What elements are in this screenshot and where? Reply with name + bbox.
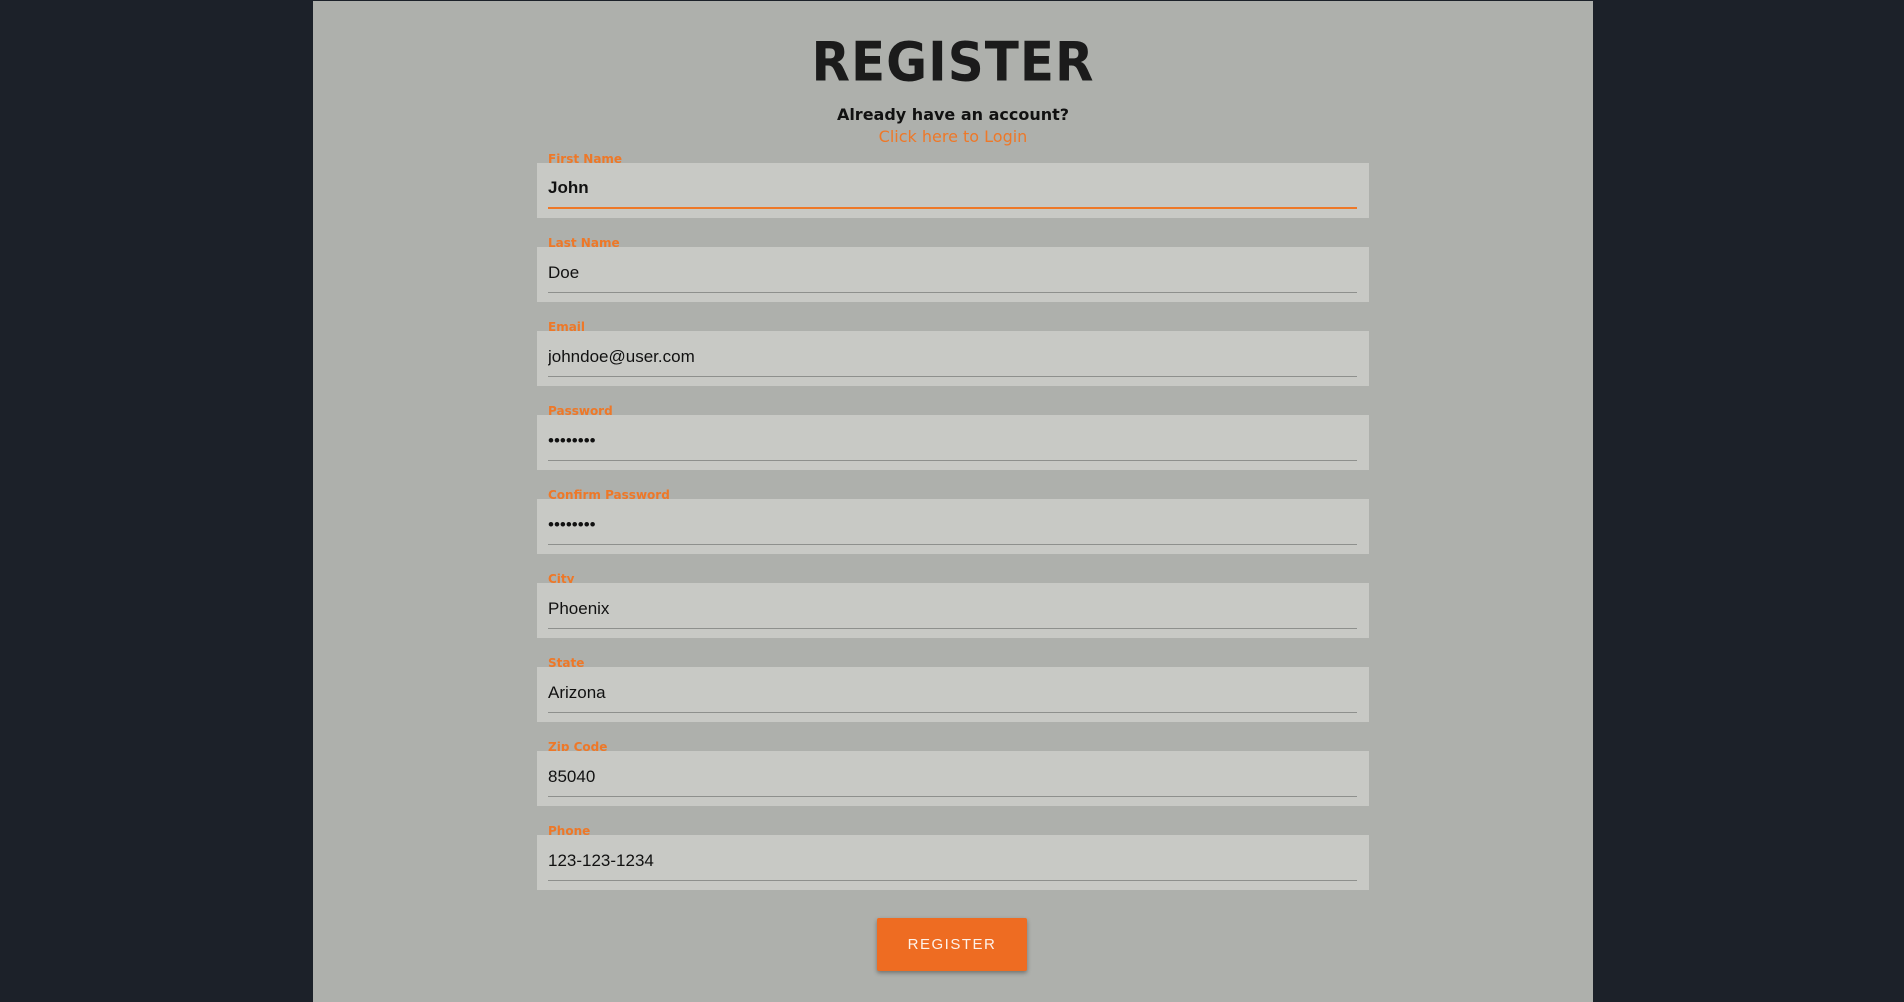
password-input[interactable] (548, 415, 1357, 461)
last-name-input[interactable] (548, 247, 1357, 293)
email-field-container (537, 331, 1369, 386)
city-input[interactable] (548, 583, 1357, 629)
state-input[interactable] (548, 667, 1357, 713)
already-have-account-text: Already have an account? (836, 105, 1070, 124)
email-input[interactable] (548, 331, 1357, 377)
phone-input[interactable] (548, 835, 1357, 881)
confirm-password-field-container (537, 499, 1369, 554)
first-name-input[interactable] (548, 163, 1357, 209)
first-name-field-container (537, 163, 1369, 218)
city-field-container (537, 583, 1369, 638)
register-panel: REGISTER Already have an account? Click … (313, 1, 1593, 1002)
zip-code-field-container (537, 751, 1369, 806)
phone-field-container (537, 835, 1369, 890)
password-field-container (537, 415, 1369, 470)
login-link[interactable]: Click here to Login (313, 127, 1593, 147)
last-name-field-container (537, 247, 1369, 302)
zip-code-input[interactable] (548, 751, 1357, 797)
register-button[interactable]: REGISTER (877, 918, 1027, 971)
page-title: REGISTER (811, 30, 1095, 94)
confirm-password-input[interactable] (548, 499, 1357, 545)
state-field-container (537, 667, 1369, 722)
